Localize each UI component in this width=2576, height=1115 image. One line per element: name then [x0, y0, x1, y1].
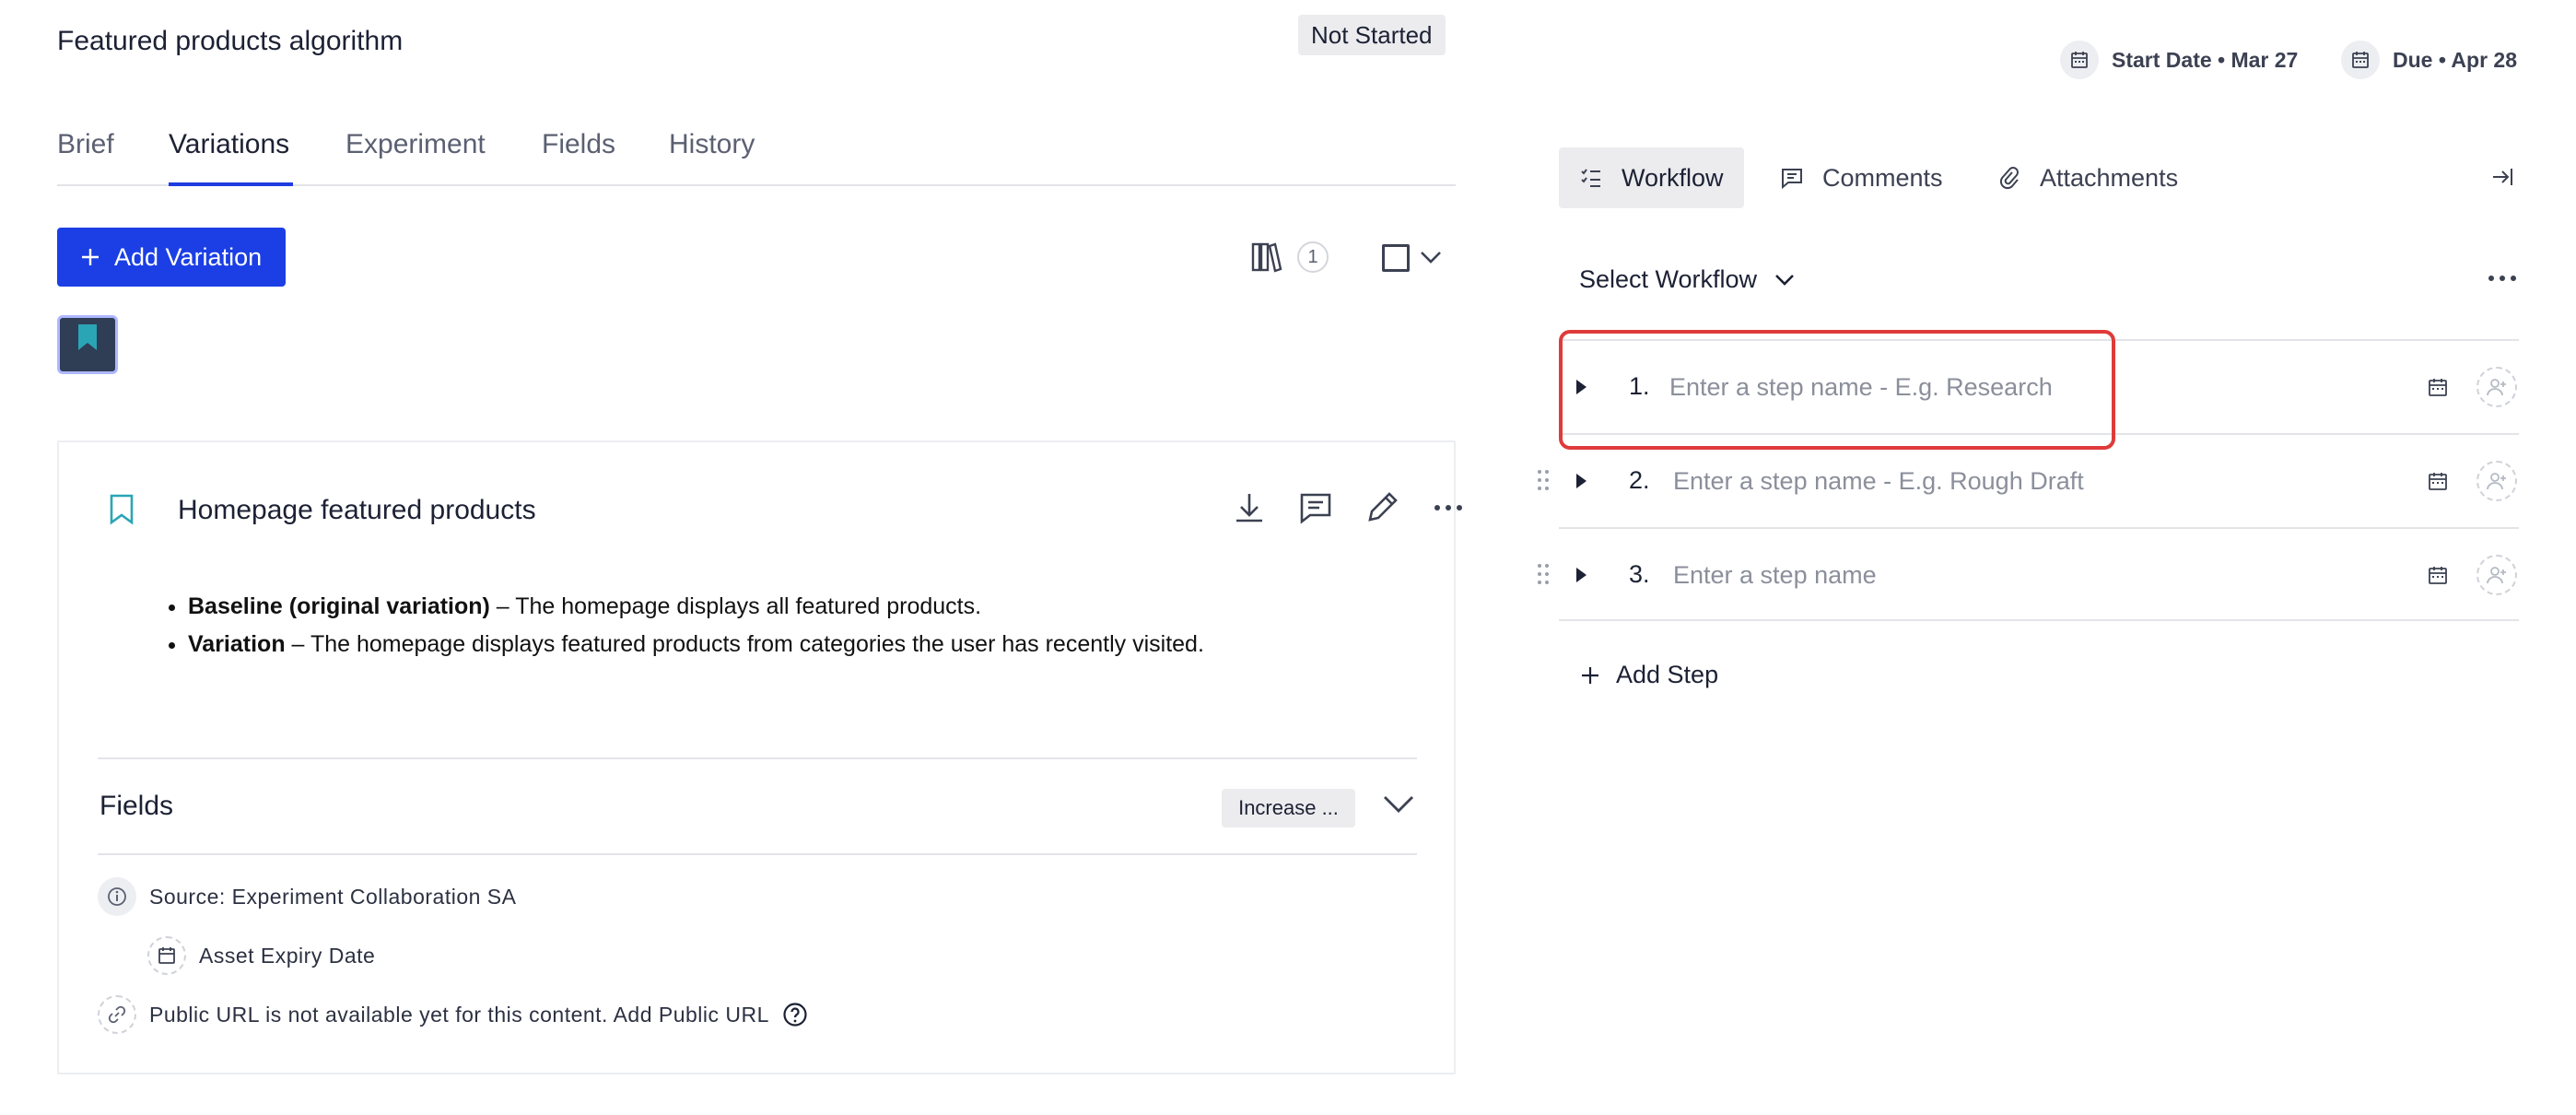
- tab-history[interactable]: History: [669, 129, 755, 160]
- tab-attachments-label: Attachments: [2040, 163, 2179, 192]
- link-icon[interactable]: [98, 995, 136, 1034]
- variation-count-badge: 1: [1297, 241, 1329, 273]
- source-text: Source: Experiment Collaboration SA: [149, 884, 517, 909]
- list-item: Variation – The homepage displays featur…: [188, 626, 1204, 663]
- fields-heading: Fields: [100, 791, 174, 821]
- due-date-chip[interactable]: Due • Apr 28: [2341, 41, 2517, 79]
- chevron-down-icon: [1774, 272, 1796, 288]
- caret-right-icon[interactable]: [1574, 566, 1588, 584]
- tab-attachments[interactable]: Attachments: [1977, 147, 2198, 208]
- add-variation-button[interactable]: Add Variation: [57, 228, 286, 287]
- caret-right-icon[interactable]: [1574, 378, 1588, 396]
- calendar-icon: [2341, 41, 2380, 79]
- tab-workflow-label: Workflow: [1622, 163, 1724, 192]
- step-number: 3.: [1629, 560, 1650, 588]
- chevron-down-icon[interactable]: [1419, 247, 1443, 267]
- comment-icon[interactable]: [1297, 489, 1334, 526]
- workflow-step: 3.: [1538, 527, 2519, 621]
- workflow-icon: [1579, 166, 1603, 190]
- variation-card: Homepage featured products Baseline (ori…: [57, 440, 1462, 1074]
- select-workflow-label: Select Workflow: [1579, 265, 1758, 293]
- drag-handle-icon[interactable]: [1537, 562, 1550, 586]
- comment-icon: [1780, 166, 1804, 190]
- active-tab-indicator: [169, 182, 293, 186]
- help-icon[interactable]: [782, 1002, 808, 1027]
- status-badge[interactable]: Not Started: [1298, 15, 1446, 55]
- calendar-icon[interactable]: [2427, 564, 2449, 586]
- source-row: Source: Experiment Collaboration SA: [98, 877, 516, 916]
- due-date-label: Due • Apr 28: [2393, 47, 2518, 72]
- add-step-button[interactable]: Add Step: [1579, 661, 1718, 689]
- variation-description: Baseline (original variation) – The home…: [175, 588, 1204, 663]
- tab-comments-label: Comments: [1822, 163, 1943, 192]
- tab-fields[interactable]: Fields: [542, 129, 615, 160]
- download-icon[interactable]: [1231, 489, 1268, 526]
- step-number: 1.: [1629, 372, 1650, 400]
- workflow-step: 2.: [1538, 433, 2519, 527]
- workflow-step: 1.: [1559, 339, 2519, 433]
- tab-comments[interactable]: Comments: [1760, 147, 1963, 208]
- plus-icon: [79, 246, 101, 268]
- paperclip-icon: [1997, 166, 2021, 190]
- step-name-input[interactable]: [1673, 557, 2207, 593]
- chevron-down-icon[interactable]: [1382, 792, 1415, 816]
- more-icon[interactable]: [2484, 264, 2521, 293]
- collapse-panel-icon[interactable]: [2489, 164, 2515, 190]
- add-user-icon[interactable]: [2476, 555, 2517, 595]
- step-name-input[interactable]: [1673, 463, 2207, 499]
- library-icon[interactable]: [1251, 239, 1282, 274]
- bookmark-icon: [77, 323, 98, 351]
- tab-workflow[interactable]: Workflow: [1559, 147, 1744, 208]
- calendar-icon: [2060, 41, 2099, 79]
- add-variation-label: Add Variation: [114, 242, 263, 271]
- public-url-row: Public URL is not available yet for this…: [98, 995, 808, 1034]
- asset-expiry-row[interactable]: Asset Expiry Date: [147, 936, 375, 975]
- fields-tag[interactable]: Increase ...: [1222, 789, 1355, 827]
- calendar-icon[interactable]: [2427, 470, 2449, 492]
- add-user-icon[interactable]: [2476, 461, 2517, 501]
- add-step-label: Add Step: [1616, 661, 1719, 688]
- public-url-text[interactable]: Public URL is not available yet for this…: [149, 1003, 769, 1027]
- tab-brief[interactable]: Brief: [57, 129, 114, 160]
- start-date-chip[interactable]: Start Date • Mar 27: [2060, 41, 2298, 79]
- tab-experiment[interactable]: Experiment: [345, 129, 486, 160]
- pencil-icon[interactable]: [1364, 489, 1400, 526]
- add-user-icon[interactable]: [2476, 367, 2517, 407]
- bookmark-icon[interactable]: [109, 493, 135, 526]
- step-number: 2.: [1629, 466, 1650, 494]
- drag-handle-icon[interactable]: [1537, 468, 1550, 492]
- info-icon: [98, 877, 136, 916]
- page-title: Featured products algorithm: [57, 26, 404, 56]
- variation-title: Homepage featured products: [178, 495, 536, 525]
- tab-variations[interactable]: Variations: [169, 129, 289, 160]
- asset-expiry-label: Asset Expiry Date: [199, 943, 376, 968]
- tab-bar: Brief Variations Experiment Fields Histo…: [57, 109, 1456, 186]
- calendar-icon[interactable]: [147, 936, 186, 975]
- caret-right-icon[interactable]: [1574, 472, 1588, 490]
- calendar-icon[interactable]: [2427, 376, 2449, 398]
- list-item: Baseline (original variation) – The home…: [188, 588, 1204, 626]
- divider: [98, 853, 1417, 855]
- more-icon[interactable]: [1430, 489, 1467, 526]
- divider: [98, 757, 1417, 759]
- select-all-checkbox[interactable]: [1382, 244, 1410, 272]
- plus-icon: [1579, 664, 1601, 687]
- select-workflow-dropdown[interactable]: Select Workflow: [1579, 265, 1796, 294]
- start-date-label: Start Date • Mar 27: [2112, 47, 2299, 72]
- variation-thumbnail[interactable]: [57, 315, 118, 374]
- step-name-input[interactable]: [1669, 369, 2204, 405]
